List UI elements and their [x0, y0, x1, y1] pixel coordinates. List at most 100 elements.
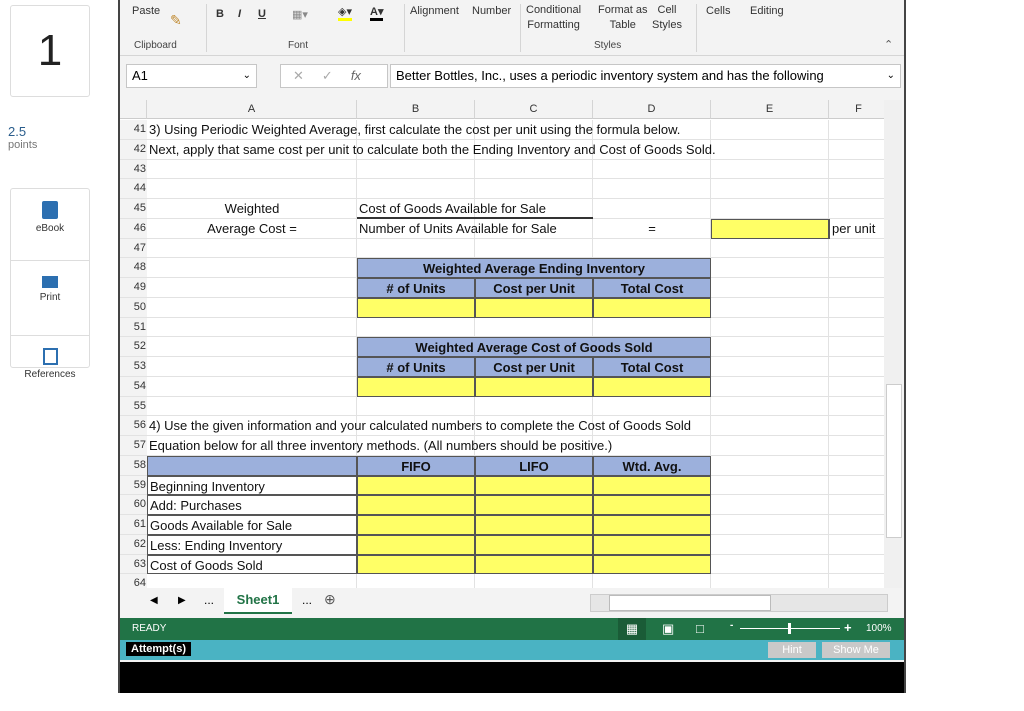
horizontal-scrollbar[interactable]	[590, 594, 888, 612]
number-button[interactable]: Number	[472, 5, 511, 17]
ei-cost-per-unit-header: Cost per Unit	[475, 278, 593, 298]
row-header[interactable]: 42	[120, 139, 147, 160]
cogs-equation-input[interactable]	[593, 534, 711, 555]
row-header[interactable]: 58	[120, 455, 147, 476]
alignment-button[interactable]: Alignment	[410, 5, 459, 17]
hint-button[interactable]: Hint	[768, 642, 816, 658]
show-me-button[interactable]: Show Me	[822, 642, 890, 658]
zoom-out-button[interactable]: -	[730, 620, 733, 631]
font-color-icon[interactable]: A▾	[370, 5, 384, 21]
normal-view-icon[interactable]: ▦	[618, 618, 646, 640]
ei-input-cell[interactable]	[593, 297, 711, 318]
references-button[interactable]: References	[11, 348, 89, 407]
paste-button[interactable]: Paste	[132, 5, 160, 17]
column-header-c[interactable]: C	[475, 100, 593, 119]
cost-per-unit-input[interactable]	[711, 218, 829, 239]
cogs-equation-input[interactable]	[593, 554, 711, 575]
row-header[interactable]: 49	[120, 278, 147, 298]
more-sheets-left[interactable]: ...	[204, 593, 214, 607]
row-header[interactable]: 50	[120, 297, 147, 318]
row-header[interactable]: 64	[120, 574, 147, 588]
formula-input[interactable]: Better Bottles, Inc., uses a periodic in…	[390, 64, 901, 88]
cogs-equation-input[interactable]	[593, 515, 711, 535]
spreadsheet-grid[interactable]: A B C D E F 41 42 43 44 45 46 47 48 49 50 51 52 53 54 55 56 57…	[120, 100, 884, 588]
cell-styles-button[interactable]: Cell Styles	[652, 3, 682, 33]
row-header[interactable]: 51	[120, 317, 147, 338]
format-painter-icon[interactable]: ✎	[170, 12, 182, 29]
column-header-e[interactable]: E	[711, 100, 829, 119]
cogs-equation-input[interactable]	[593, 495, 711, 515]
cogs-equation-input[interactable]	[357, 515, 475, 535]
cogs-equation-input[interactable]	[475, 495, 593, 515]
excel-window: Paste ✎ Clipboard B I U ▦▾ ◈▾ A▾ Font Al…	[118, 0, 906, 693]
ei-input-cell[interactable]	[357, 297, 475, 318]
bold-button[interactable]: B	[216, 8, 224, 20]
next-sheet-icon[interactable]: ▶	[178, 595, 186, 606]
column-header-a[interactable]: A	[147, 100, 357, 119]
borders-icon[interactable]: ▦▾	[292, 8, 308, 21]
row-header[interactable]: 41	[120, 120, 147, 140]
add-sheet-icon[interactable]: ⊕	[324, 591, 336, 608]
row-header[interactable]: 48	[120, 258, 147, 278]
zoom-in-button[interactable]: +	[844, 620, 852, 635]
column-header-f[interactable]: F	[829, 100, 884, 119]
row-header[interactable]: 61	[120, 515, 147, 535]
select-all-corner[interactable]	[120, 100, 147, 119]
cogs-equation-input[interactable]	[357, 554, 475, 575]
row-header[interactable]: 53	[120, 357, 147, 377]
underline-button[interactable]: U	[258, 8, 266, 20]
cogs-total-cost-header: Total Cost	[593, 357, 711, 377]
fill-color-icon[interactable]: ◈▾	[338, 5, 352, 21]
expand-icon[interactable]: ⌄	[887, 65, 895, 87]
row-header[interactable]: 46	[120, 218, 147, 239]
row-header[interactable]: 56	[120, 416, 147, 436]
row-header[interactable]: 59	[120, 475, 147, 496]
italic-button[interactable]: I	[238, 8, 241, 20]
row-header[interactable]: 45	[120, 199, 147, 219]
ebook-button[interactable]: eBook	[11, 201, 89, 261]
cogs-equation-input[interactable]	[357, 475, 475, 496]
cogs-equation-input[interactable]	[357, 534, 475, 555]
print-button[interactable]: Print	[11, 276, 89, 336]
page-break-icon[interactable]: □	[696, 621, 704, 636]
editing-button[interactable]: Editing	[750, 5, 784, 17]
column-header-d[interactable]: D	[593, 100, 711, 119]
cogs-equation-input[interactable]	[475, 475, 593, 496]
ei-input-cell[interactable]	[475, 297, 593, 318]
sheet-tab-sheet1[interactable]: Sheet1	[224, 588, 292, 614]
name-box[interactable]: A1 ⌄	[126, 64, 257, 88]
row-header[interactable]: 43	[120, 159, 147, 180]
column-header-b[interactable]: B	[357, 100, 475, 119]
more-sheets-right[interactable]: ...	[302, 593, 312, 607]
cogs-input-cell[interactable]	[593, 376, 711, 397]
vertical-scrollbar[interactable]	[884, 100, 902, 588]
row-header[interactable]: 62	[120, 534, 147, 555]
cogs-input-cell[interactable]	[475, 376, 593, 397]
cogs-equation-input[interactable]	[475, 554, 593, 575]
enter-icon[interactable]: ✓	[322, 68, 333, 83]
conditional-formatting-button[interactable]: Conditional Formatting	[526, 3, 581, 33]
fx-icon[interactable]: fx	[351, 68, 361, 83]
row-header[interactable]: 63	[120, 554, 147, 575]
cogs-equation-input[interactable]	[475, 534, 593, 555]
format-as-table-button[interactable]: Format as Table	[598, 3, 648, 33]
cogs-equation-input[interactable]	[475, 515, 593, 535]
row-header[interactable]: 44	[120, 179, 147, 199]
prev-sheet-icon[interactable]: ◀	[150, 595, 158, 606]
per-unit-label: per unit	[829, 218, 884, 239]
cogs-equation-input[interactable]	[357, 495, 475, 515]
row-header[interactable]: 55	[120, 396, 147, 417]
cogs-equation-input[interactable]	[593, 475, 711, 496]
row-header[interactable]: 57	[120, 436, 147, 456]
chevron-down-icon[interactable]: ⌄	[243, 65, 251, 87]
cancel-icon[interactable]: ✕	[293, 68, 304, 83]
row-header[interactable]: 54	[120, 376, 147, 397]
cogs-input-cell[interactable]	[357, 376, 475, 397]
row-header[interactable]: 47	[120, 238, 147, 259]
cells-button[interactable]: Cells	[706, 5, 730, 17]
collapse-ribbon-icon[interactable]: ⌃	[884, 38, 893, 51]
page-layout-icon[interactable]: ▣	[662, 621, 674, 637]
zoom-slider-thumb[interactable]	[788, 623, 791, 634]
row-header[interactable]: 60	[120, 495, 147, 515]
row-header[interactable]: 52	[120, 337, 147, 357]
